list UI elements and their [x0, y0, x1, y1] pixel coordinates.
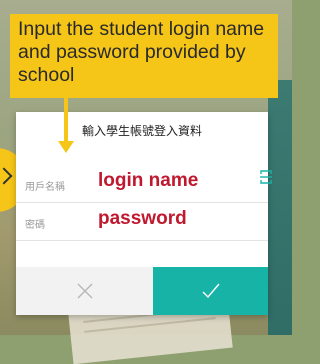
callout-arrow-line — [64, 98, 68, 142]
password-label: 密碼 — [25, 220, 45, 231]
username-label: 用戶名稱 — [25, 182, 65, 193]
cancel-button[interactable] — [16, 267, 153, 315]
confirm-button[interactable] — [153, 267, 268, 315]
dialog-title: 輸入學生帳號登入資料 — [81, 124, 202, 138]
login-dialog: 輸入學生帳號登入資料 用戶名稱 login name 密碼 password — [16, 112, 272, 315]
background-side-panel — [268, 80, 292, 335]
arrow-down-icon — [58, 141, 74, 153]
instruction-callout: Input the student login name and passwor… — [10, 14, 278, 98]
callout-text: Input the student login name and passwor… — [18, 18, 265, 86]
username-field[interactable]: 用戶名稱 login name — [16, 164, 268, 203]
close-icon — [77, 283, 92, 299]
checkmark-icon — [202, 283, 220, 299]
password-value: password — [98, 208, 187, 229]
scan-icon[interactable] — [260, 170, 272, 184]
chevron-right-icon — [0, 167, 13, 185]
username-value: login name — [98, 170, 199, 191]
password-field[interactable]: 密碼 password — [16, 202, 268, 241]
